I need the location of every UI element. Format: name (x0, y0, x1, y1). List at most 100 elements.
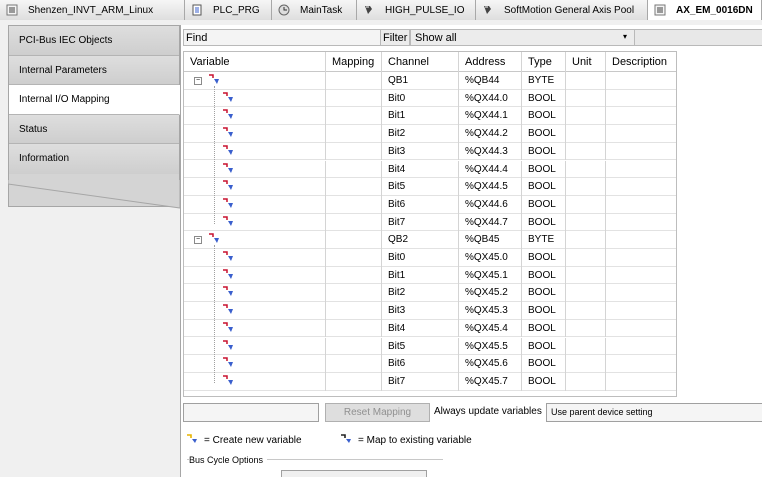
reset-mapping-button[interactable]: Reset Mapping (325, 403, 430, 422)
variable-cell[interactable] (184, 107, 326, 126)
column-header-unit[interactable]: Unit (566, 52, 606, 72)
column-header-variable[interactable]: Variable (184, 52, 326, 72)
column-header-address[interactable]: Address (459, 52, 522, 72)
map-variable-icon (222, 109, 236, 122)
variable-cell[interactable] (184, 213, 326, 232)
type-cell: BOOL (522, 125, 566, 143)
address-cell: %QX44.2 (459, 125, 522, 143)
tab-ax-em-0016dn[interactable]: AX_EM_0016DN (648, 0, 762, 20)
unit-cell (566, 89, 606, 108)
variable-cell[interactable]: − (184, 231, 326, 249)
variable-cell[interactable] (184, 355, 326, 373)
variable-cell[interactable] (184, 142, 326, 161)
variable-cell[interactable] (184, 302, 326, 320)
collapse-icon[interactable]: − (194, 236, 202, 245)
table-row-parent[interactable]: − QB1 %QB44 BYTE (184, 72, 676, 90)
unit-cell (566, 178, 606, 196)
table-row[interactable]: Bit0 %QX44.0 BOOL (184, 89, 676, 108)
find-input[interactable]: Find (183, 29, 381, 46)
mapping-cell (326, 249, 382, 267)
channel-cell: Bit7 (382, 372, 459, 391)
table-row[interactable]: Bit6 %QX45.6 BOOL (184, 355, 676, 373)
channel-cell: QB1 (382, 72, 459, 90)
sidebar-item-information[interactable]: Information (9, 144, 179, 174)
variable-cell[interactable] (184, 249, 326, 267)
column-header-description[interactable]: Description (606, 52, 676, 72)
tab-high-pulse-io[interactable]: HIGH_PULSE_IO (357, 0, 476, 20)
map-variable-icon (222, 339, 236, 353)
sidebar-item-pci-bus-iec-objects[interactable]: PCI-Bus IEC Objects (9, 26, 179, 56)
sidebar-item-internal-io-mapping[interactable]: Internal I/O Mapping (9, 85, 180, 115)
table-row[interactable]: Bit3 %QX44.3 BOOL (184, 142, 676, 161)
variable-cell[interactable] (184, 284, 326, 303)
bus-cycle-task-select[interactable] (281, 470, 427, 477)
table-row-parent[interactable]: − QB2 %QB45 BYTE (184, 231, 676, 249)
variable-cell[interactable] (184, 372, 326, 391)
unit-cell (566, 372, 606, 391)
channel-cell: Bit6 (382, 355, 459, 373)
tree-connector-line (214, 86, 215, 224)
unit-cell (566, 195, 606, 214)
variable-cell[interactable] (184, 266, 326, 285)
filter-value: Show all (415, 32, 457, 44)
table-row[interactable]: Bit2 %QX45.2 BOOL (184, 284, 676, 303)
tab-label: SoftMotion General Axis Pool (504, 4, 635, 16)
variable-cell[interactable] (184, 160, 326, 179)
collapse-icon[interactable]: − (194, 77, 202, 85)
sidebar-item-internal-parameters[interactable]: Internal Parameters (9, 55, 179, 85)
address-cell: %QX44.4 (459, 160, 522, 179)
table-row[interactable]: Bit1 %QX45.1 BOOL (184, 266, 676, 285)
unit-cell (566, 231, 606, 249)
variable-cell[interactable] (184, 337, 326, 356)
table-row[interactable]: Bit7 %QX44.7 BOOL (184, 213, 676, 232)
tab-softmotion-general-axis-pool[interactable]: SoftMotion General Axis Pool (476, 0, 648, 20)
variable-cell[interactable] (184, 178, 326, 196)
column-header-type[interactable]: Type (522, 52, 566, 72)
channel-cell: Bit1 (382, 266, 459, 285)
variable-cell[interactable] (184, 195, 326, 214)
address-cell: %QX45.5 (459, 337, 522, 356)
table-row[interactable]: Bit7 %QX45.7 BOOL (184, 372, 676, 391)
filter-label: Filter (380, 29, 410, 46)
column-header-mapping[interactable]: Mapping (326, 52, 382, 72)
column-header-channel[interactable]: Channel (382, 52, 459, 72)
table-row[interactable]: Bit5 %QX45.5 BOOL (184, 337, 676, 356)
mapping-cell (326, 355, 382, 373)
map-variable-icon (222, 286, 236, 299)
sidebar-item-status[interactable]: Status (9, 114, 179, 144)
table-row[interactable]: Bit2 %QX44.2 BOOL (184, 125, 676, 143)
table-row[interactable]: Bit4 %QX44.4 BOOL (184, 160, 676, 179)
mapping-options-row: Reset Mapping Always update variables Us… (183, 403, 762, 423)
device-editor-window: { "tabs": [ {"label": "Shenzen_INVT_ARM_… (0, 0, 762, 477)
description-cell (606, 231, 676, 249)
channel-cell: Bit0 (382, 89, 459, 108)
unit-cell (566, 160, 606, 179)
io-mapping-panel: Find Filter Show all ▾ Variable Mapping … (180, 25, 762, 477)
unit-cell (566, 337, 606, 356)
always-update-select[interactable]: Use parent device setting (546, 403, 762, 422)
table-row[interactable]: Bit1 %QX44.1 BOOL (184, 107, 676, 126)
tab-shenzen-invt-arm-linux[interactable]: Shenzen_INVT_ARM_Linux (0, 0, 185, 20)
table-row[interactable]: Bit5 %QX44.5 BOOL (184, 178, 676, 196)
tab-maintask[interactable]: MainTask (272, 0, 357, 20)
map-variable-icon (222, 127, 236, 140)
description-cell (606, 249, 676, 267)
description-cell (606, 196, 676, 214)
tab-plc-prg[interactable]: PLC_PRG (185, 0, 272, 20)
map-variable-icon (222, 198, 236, 211)
dropdown-arrow-icon[interactable]: ▾ (623, 32, 627, 41)
variable-cell[interactable] (184, 319, 326, 338)
address-cell: %QX44.7 (459, 213, 522, 232)
address-cell: %QX44.5 (459, 178, 522, 196)
address-cell: %QX45.0 (459, 249, 522, 267)
filter-select[interactable]: Show all (410, 29, 635, 46)
variable-cell[interactable] (184, 89, 326, 108)
table-row[interactable]: Bit0 %QX45.0 BOOL (184, 249, 676, 267)
variable-cell[interactable] (184, 125, 326, 143)
table-row[interactable]: Bit3 %QX45.3 BOOL (184, 302, 676, 320)
mapping-cell (326, 337, 382, 356)
table-row[interactable]: Bit6 %QX44.6 BOOL (184, 195, 676, 214)
unit-cell (566, 249, 606, 267)
variable-cell[interactable]: − (184, 72, 326, 90)
table-row[interactable]: Bit4 %QX45.4 BOOL (184, 319, 676, 338)
